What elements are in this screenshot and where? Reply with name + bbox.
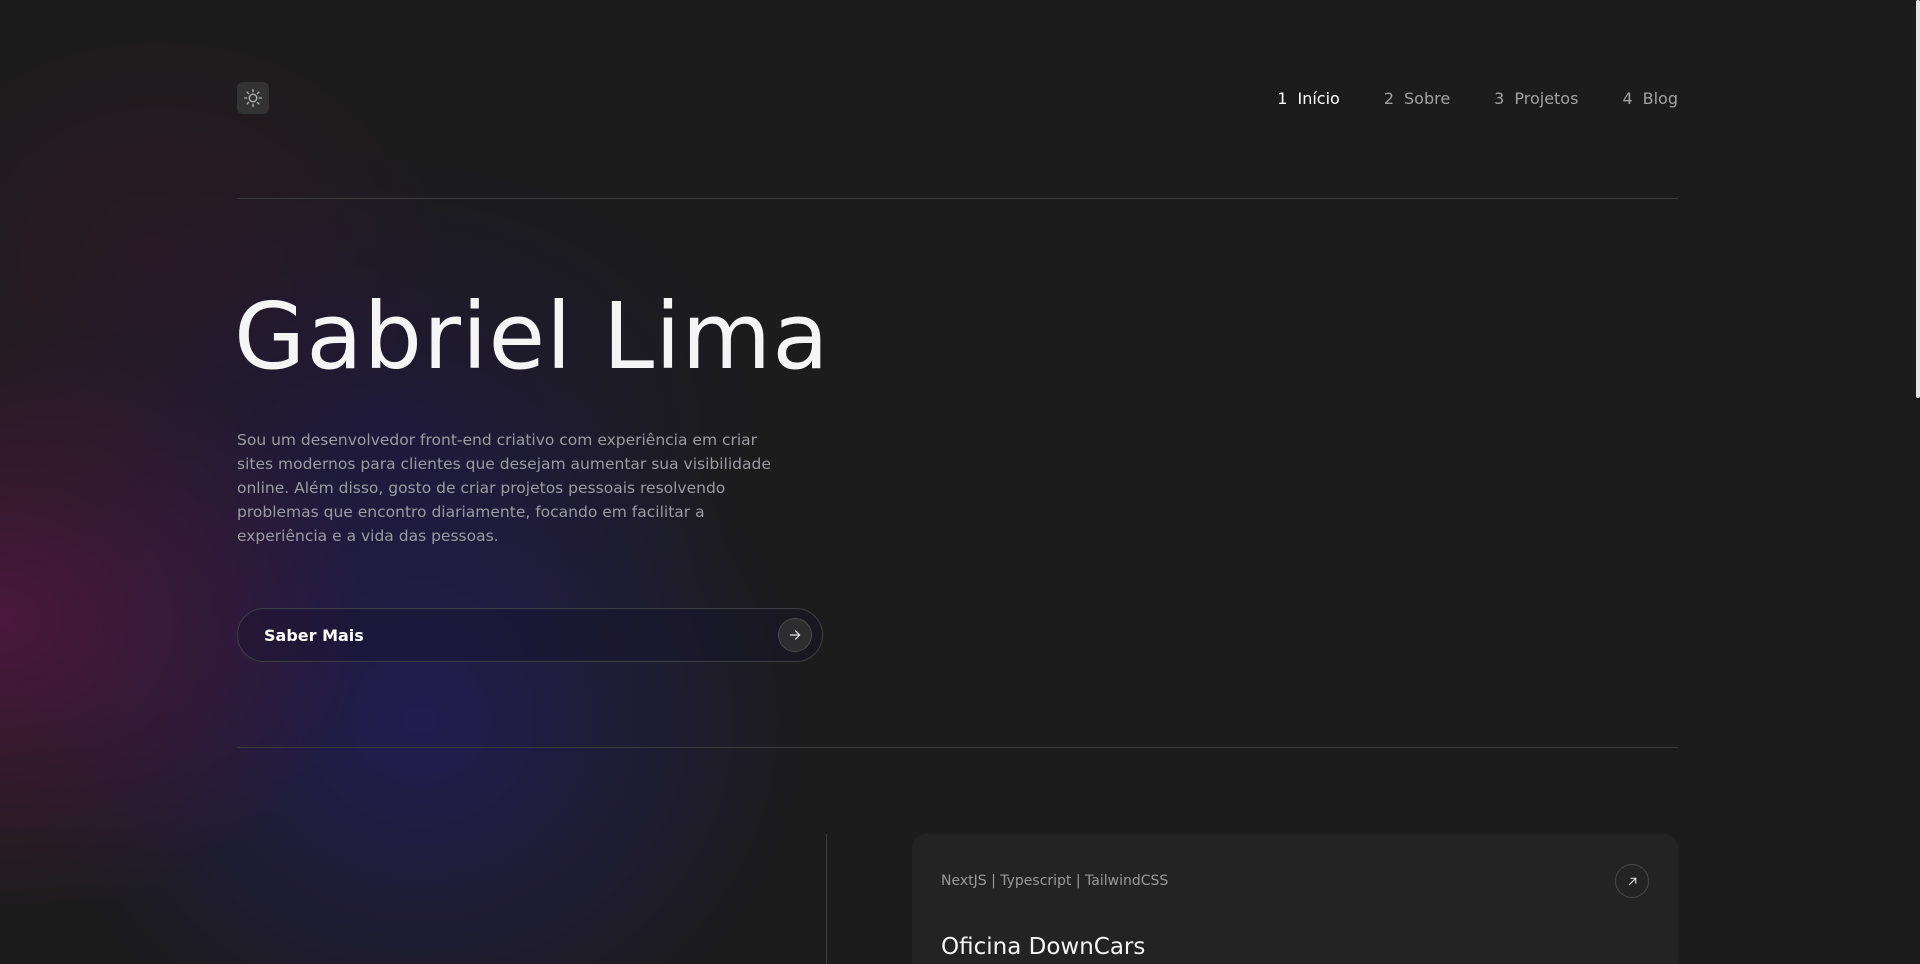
arrow-up-right-icon	[1628, 877, 1636, 885]
nav-item-inicio[interactable]: 1 Início	[1277, 89, 1340, 108]
nav-item-label: Início	[1297, 88, 1340, 108]
project-link-button[interactable]	[1615, 864, 1649, 898]
theme-toggle-button[interactable]	[237, 82, 269, 114]
page: 1 Início 2 Sobre 3 Projetos 4 Blog Gabri…	[0, 0, 1920, 964]
nav-item-number: 1	[1277, 88, 1288, 108]
project-tags: NextJS | Typescript | TailwindCSS	[941, 873, 1169, 889]
project-title: Oficina DownCars	[941, 934, 1146, 960]
nav-item-label: Sobre	[1404, 88, 1451, 108]
nav-item-number: 4	[1622, 88, 1633, 108]
hero-description: Sou um desenvolvedor front-end criativo …	[237, 431, 771, 545]
hero-title: Gabriel Lima	[234, 283, 830, 390]
nav-item-number: 2	[1383, 88, 1394, 108]
main-nav: 1 Início 2 Sobre 3 Projetos 4 Blog	[1277, 82, 1678, 114]
nav-item-projetos[interactable]: 3 Projetos	[1494, 89, 1578, 108]
site-header: 1 Início 2 Sobre 3 Projetos 4 Blog	[237, 82, 1678, 114]
nav-item-label: Blog	[1642, 88, 1678, 108]
nav-item-sobre[interactable]: 2 Sobre	[1384, 89, 1450, 108]
section-divider	[237, 747, 1678, 748]
nav-item-number: 3	[1494, 88, 1505, 108]
project-card[interactable]: NextJS | Typescript | TailwindCSS Oficin…	[912, 834, 1678, 964]
nav-item-label: Projetos	[1514, 88, 1579, 108]
timeline-line	[826, 834, 827, 964]
header-divider	[237, 198, 1678, 199]
nav-item-blog[interactable]: 4 Blog	[1622, 89, 1678, 108]
page-scrollbar[interactable]	[1916, 0, 1920, 398]
arrow-right-icon	[778, 618, 812, 652]
sun-icon	[244, 89, 262, 108]
saber-mais-button[interactable]: Saber Mais	[237, 608, 823, 662]
cta-label: Saber Mais	[264, 625, 364, 645]
